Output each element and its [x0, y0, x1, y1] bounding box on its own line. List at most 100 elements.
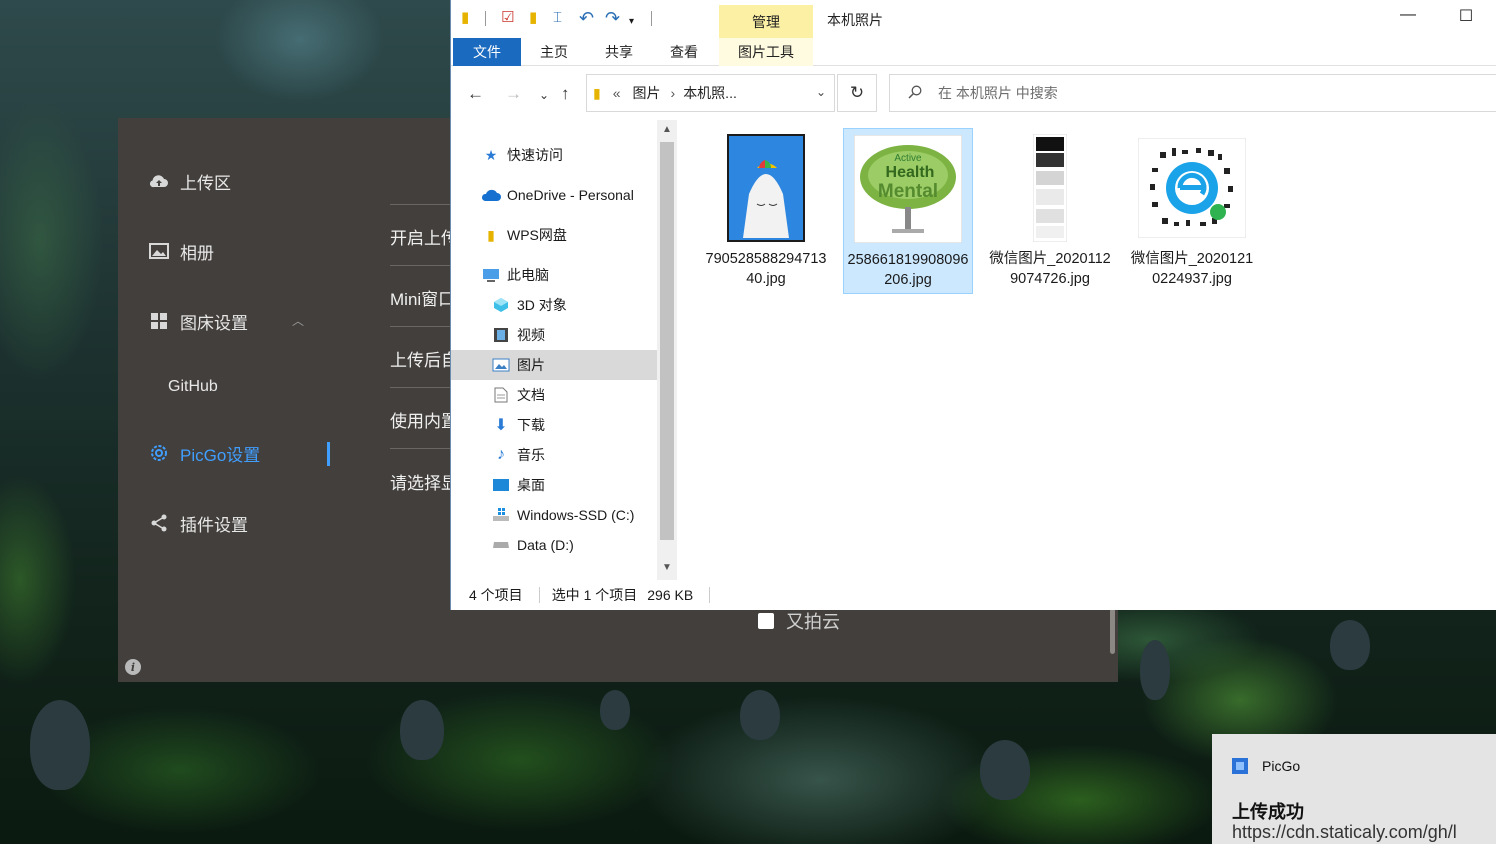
- chevron-down-icon[interactable]: ▼: [657, 562, 677, 573]
- picgo-sidebar: 上传区 相册 图床设置 ︿ GitHub PicGo设置 插件设置 i: [118, 118, 338, 682]
- sidebar-item-label: PicGo设置: [180, 445, 261, 465]
- toast-notification[interactable]: PicGo 上传成功 https://cdn.staticaly.com/gh/…: [1212, 734, 1496, 844]
- film-icon: [491, 326, 511, 344]
- search-icon: [908, 85, 922, 102]
- nav-item-videos[interactable]: 视频: [451, 320, 657, 350]
- nav-item-this-pc[interactable]: 此电脑: [451, 260, 657, 290]
- file-name: 微信图片_20201129074726.jpg: [989, 251, 1111, 287]
- tab-view[interactable]: 查看: [651, 38, 717, 66]
- image-thumbnail: [995, 133, 1105, 243]
- picbed-checkbox-upyun[interactable]: 又拍云: [758, 608, 840, 634]
- file-item[interactable]: 微信图片_20201210224937.jpg: [1127, 128, 1257, 294]
- tab-file[interactable]: 文件: [453, 38, 521, 66]
- info-icon[interactable]: i: [125, 659, 141, 675]
- back-arrow-icon[interactable]: ←: [467, 84, 484, 104]
- sidebar-item-upload[interactable]: 上传区: [148, 166, 231, 196]
- nav-item-wps[interactable]: ▮ WPS网盘: [451, 220, 657, 250]
- cube-icon: [491, 296, 511, 314]
- file-item[interactable]: 微信图片_20201129074726.jpg: [985, 128, 1115, 294]
- sidebar-item-gallery[interactable]: 相册: [148, 236, 214, 266]
- tab-share[interactable]: 共享: [587, 38, 651, 66]
- tab-home[interactable]: 主页: [521, 38, 587, 66]
- toast-title: 上传成功: [1232, 802, 1304, 822]
- overflow-chevron[interactable]: «: [613, 85, 621, 101]
- file-item[interactable]: 79052858829471340.jpg: [701, 128, 831, 294]
- sidebar-item-picbed-settings[interactable]: 图床设置: [148, 306, 248, 336]
- scrollbar-thumb[interactable]: [660, 142, 674, 540]
- sidebar-item-label: 相册: [180, 243, 214, 263]
- quick-access-toolbar: ▮ ☑ ▮ ⌶ ↶ ↷ ▾: [451, 0, 1496, 38]
- sidebar-item-label: 上传区: [180, 173, 231, 193]
- tab-picture-tools[interactable]: 图片工具: [719, 38, 813, 66]
- active-indicator: [327, 442, 330, 466]
- sidebar-item-label: GitHub: [168, 378, 218, 395]
- search-placeholder: 在 本机照片 中搜索: [938, 85, 1058, 101]
- chevron-up-icon[interactable]: ︿: [292, 312, 304, 329]
- forward-arrow-icon[interactable]: →: [505, 84, 522, 104]
- cloud-upload-icon: [148, 170, 170, 192]
- sidebar-item-github[interactable]: GitHub: [168, 372, 218, 402]
- nav-item-quick-access[interactable]: ★ 快速访问: [451, 140, 657, 170]
- computer-icon: [481, 266, 501, 284]
- image-icon: [148, 240, 170, 262]
- customize-dropdown-icon[interactable]: ▾: [629, 14, 634, 30]
- breadcrumb-pictures[interactable]: 图片: [633, 83, 661, 103]
- music-icon: ♪: [497, 446, 505, 463]
- picgo-scrollbar[interactable]: [1110, 608, 1115, 654]
- nav-item-label: 快速访问: [507, 147, 563, 163]
- toast-app-name: PicGo: [1262, 758, 1301, 774]
- properties-icon[interactable]: ☑: [501, 10, 514, 26]
- download-icon: ⬇: [494, 417, 508, 434]
- chevron-up-icon[interactable]: ▲: [657, 124, 677, 135]
- file-item-selected[interactable]: Active Health Mental 258661819908096206.…: [843, 128, 973, 294]
- nav-item-label: 文档: [517, 387, 545, 403]
- chevron-down-icon[interactable]: ⌄: [816, 85, 826, 99]
- divider: [709, 587, 711, 603]
- rename-icon[interactable]: ⌶: [553, 10, 562, 26]
- sidebar-item-picgo-settings[interactable]: PicGo设置: [148, 438, 260, 468]
- undo-icon[interactable]: ↶: [579, 9, 594, 27]
- toast-app: PicGo: [1232, 758, 1300, 774]
- thumb-word-mental: Mental: [878, 181, 938, 202]
- nav-item-desktop[interactable]: 桌面: [451, 470, 657, 500]
- folder-icon: ▮: [593, 84, 601, 101]
- gear-icon: [148, 442, 170, 464]
- nav-item-label: 图片: [517, 357, 545, 373]
- breadcrumb-current[interactable]: 本机照...: [683, 83, 737, 103]
- refresh-button[interactable]: ↻: [837, 74, 877, 112]
- file-name: 258661819908096206.jpg: [847, 252, 969, 288]
- desktop-icon: [491, 476, 511, 494]
- checkbox-box[interactable]: [758, 613, 774, 629]
- nav-scrollbar[interactable]: ▲ ▼: [657, 120, 677, 580]
- new-folder-icon[interactable]: ▮: [529, 10, 537, 26]
- address-bar[interactable]: ▮ « 图片 › 本机照... ⌄: [586, 74, 835, 112]
- folder-icon: ▮: [461, 9, 470, 26]
- nav-item-label: 此电脑: [507, 267, 549, 283]
- up-arrow-icon[interactable]: ↑: [561, 84, 570, 104]
- image-thumbnail: [711, 133, 821, 243]
- nav-item-label: Data (D:): [517, 537, 574, 553]
- redo-icon[interactable]: ↷: [605, 9, 620, 27]
- folder-icon: ▮: [487, 226, 495, 243]
- nav-item-documents[interactable]: 文档: [451, 380, 657, 410]
- nav-item-pictures[interactable]: 图片: [451, 350, 657, 380]
- sidebar-item-label: 插件设置: [180, 515, 248, 535]
- nav-item-music[interactable]: ♪ 音乐: [451, 440, 657, 470]
- nav-item-label: 音乐: [517, 447, 545, 463]
- minimize-icon[interactable]: —: [1385, 6, 1431, 24]
- nav-item-3d-objects[interactable]: 3D 对象: [451, 290, 657, 320]
- nav-item-downloads[interactable]: ⬇ 下载: [451, 410, 657, 440]
- nav-item-onedrive[interactable]: OneDrive - Personal: [451, 180, 657, 210]
- maximize-icon[interactable]: ☐: [1443, 6, 1489, 26]
- nav-item-drive-c[interactable]: Windows-SSD (C:): [451, 500, 657, 530]
- nav-item-drive-d[interactable]: Data (D:): [451, 530, 657, 560]
- recent-locations-icon[interactable]: ⌄: [539, 88, 549, 102]
- image-thumbnail: Active Health Mental: [853, 134, 963, 244]
- search-input[interactable]: 在 本机照片 中搜索: [889, 74, 1496, 112]
- sidebar-item-plugin-settings[interactable]: 插件设置: [148, 508, 248, 538]
- cloud-icon: [481, 186, 501, 204]
- star-icon: ★: [484, 146, 498, 163]
- tab-manage[interactable]: 管理: [719, 5, 813, 38]
- file-name: 微信图片_20201210224937.jpg: [1130, 251, 1254, 287]
- ribbon-tabs: 文件 主页 共享 查看 图片工具: [451, 38, 1496, 66]
